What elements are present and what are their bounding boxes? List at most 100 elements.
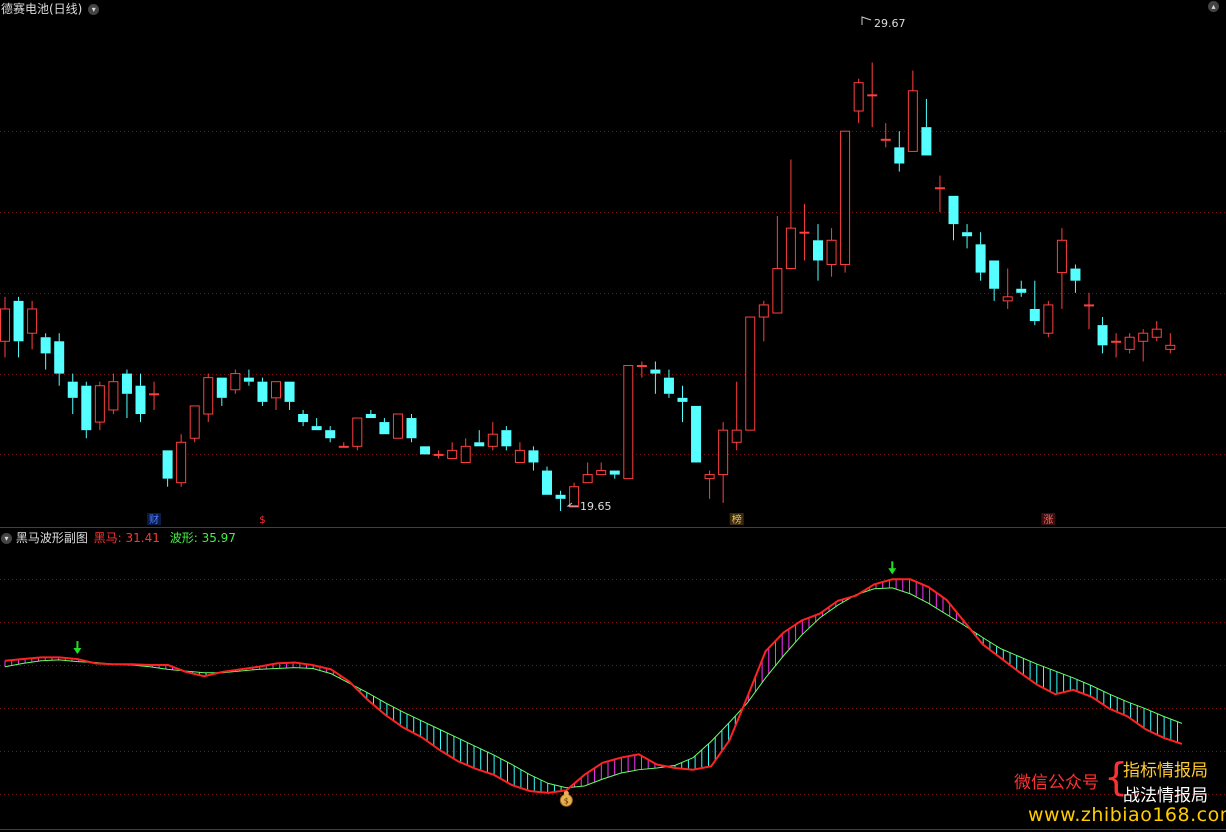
boxing-value: 波形: 35.97	[169, 531, 236, 545]
sub-header: ▾ 黑马波形副图 黑马: 31.41 波形: 35.97	[1, 529, 236, 546]
candle	[989, 260, 1000, 301]
candle	[853, 78, 864, 124]
candle	[189, 405, 200, 443]
candle	[758, 300, 769, 342]
candle	[1151, 321, 1162, 342]
candle	[1056, 228, 1067, 309]
candle	[718, 422, 729, 503]
candle	[1029, 280, 1040, 326]
candle	[826, 228, 837, 277]
candle	[731, 381, 742, 451]
main-header: 德赛电池(日线) ▾	[1, 0, 100, 17]
candlestick-series	[0, 62, 1176, 511]
high-arrow-icon	[861, 16, 872, 25]
watermark-right-top: 指标情报局	[1123, 761, 1208, 781]
watermark-url: www.zhibiao168.com	[1028, 804, 1226, 826]
candle	[13, 296, 24, 358]
main-grid	[0, 131, 1226, 455]
candle	[474, 430, 485, 447]
candle	[1070, 264, 1081, 293]
heima-value: 黑马: 31.41	[93, 531, 160, 545]
candle	[894, 131, 905, 172]
candle	[663, 369, 674, 398]
chevron-down-icon[interactable]: ▾	[88, 4, 100, 15]
candle	[650, 361, 661, 394]
candle	[1002, 268, 1013, 309]
candle	[338, 442, 349, 448]
down-arrow-icon	[888, 561, 897, 575]
candle	[813, 224, 823, 281]
candle	[609, 470, 620, 479]
candle	[907, 70, 918, 152]
candle	[691, 405, 702, 463]
candle	[365, 409, 376, 419]
event-marker[interactable]: 榜	[729, 513, 744, 526]
marker-label: 财	[149, 513, 159, 526]
candle	[447, 442, 458, 459]
event-markers: 财 $ 榜 涨	[147, 513, 1056, 526]
watermark-right-bottom: 战法情报局	[1123, 786, 1208, 806]
candle	[135, 373, 146, 423]
candle	[962, 224, 973, 249]
collapse-icon[interactable]: ▴	[1208, 1, 1219, 12]
event-marker[interactable]: 财	[147, 513, 162, 526]
candle	[149, 381, 160, 410]
candle	[745, 316, 756, 431]
candle	[921, 98, 932, 156]
watermark-left: 微信公众号	[1014, 773, 1099, 793]
candle	[94, 381, 105, 431]
stock-chart[interactable]: 29.67 19.65 财 $ 榜 涨 $	[0, 0, 1226, 832]
candle	[975, 232, 986, 281]
candle	[840, 130, 851, 273]
candle	[934, 175, 945, 212]
candle	[420, 446, 431, 455]
candle	[1165, 333, 1176, 354]
candle	[162, 450, 173, 487]
candle	[799, 203, 810, 261]
candle	[121, 369, 132, 419]
candle	[460, 438, 471, 463]
candle	[67, 373, 78, 414]
candle	[1111, 333, 1122, 358]
high-label: 29.67	[874, 17, 906, 30]
candle	[284, 381, 295, 410]
candle	[271, 381, 281, 410]
candle	[772, 216, 783, 314]
candle	[487, 422, 498, 451]
candle	[0, 296, 10, 358]
candle	[880, 123, 891, 148]
event-marker[interactable]: $	[255, 513, 270, 526]
candle	[704, 470, 715, 499]
candle	[433, 450, 444, 459]
candle	[352, 417, 363, 451]
candle	[392, 413, 403, 439]
candle	[54, 333, 65, 386]
candle	[636, 361, 647, 378]
marker-label: 涨	[1043, 514, 1053, 526]
sub-hatch	[4, 579, 1178, 793]
candle	[298, 409, 309, 427]
event-marker[interactable]: 涨	[1041, 513, 1056, 526]
heima-line	[4, 578, 1183, 794]
candle	[379, 418, 390, 435]
candle	[542, 466, 552, 495]
candle	[501, 426, 512, 451]
chevron-down-icon[interactable]: ▾	[1, 533, 12, 544]
marker-label: $	[259, 515, 265, 526]
candle	[27, 300, 38, 350]
candle	[867, 62, 878, 128]
candle	[1084, 292, 1094, 330]
candle	[582, 462, 593, 484]
low-label: 19.65	[580, 500, 612, 513]
candle	[514, 442, 525, 463]
candle	[623, 365, 634, 480]
candle	[257, 377, 268, 406]
signal-markers: $	[73, 561, 897, 807]
sub-title: 黑马波形副图	[15, 531, 88, 545]
marker-label: 榜	[732, 513, 742, 526]
candle	[203, 373, 214, 423]
candle	[555, 490, 566, 511]
candle	[948, 195, 959, 241]
svg-text:$: $	[564, 796, 569, 805]
candle	[176, 434, 187, 487]
